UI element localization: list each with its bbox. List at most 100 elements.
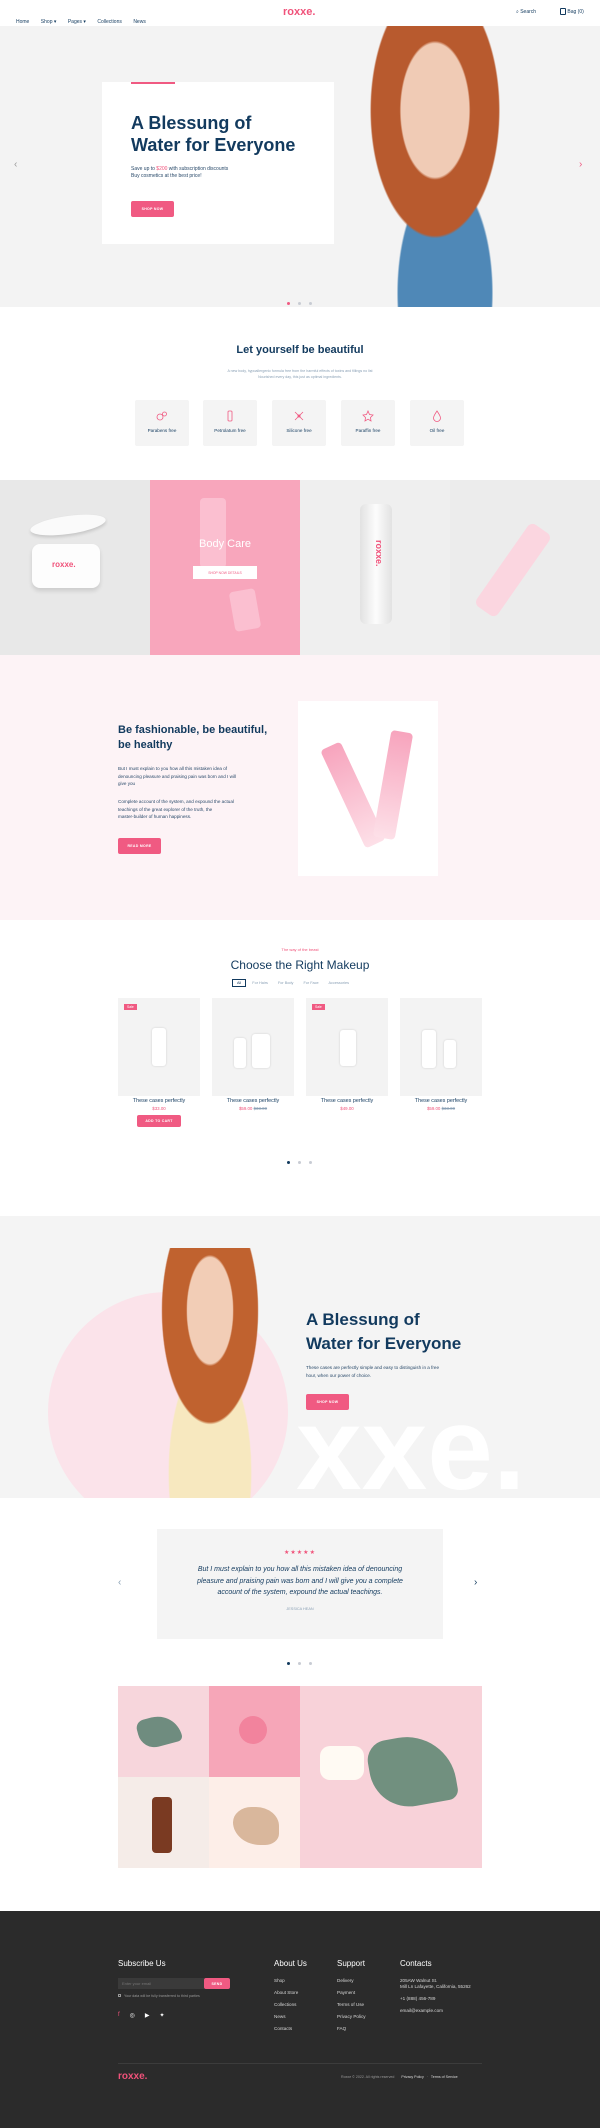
footer-support-title: Support bbox=[337, 1959, 366, 1968]
product-name[interactable]: These cases perfectly bbox=[212, 1098, 294, 1104]
gallery-image-stones[interactable] bbox=[118, 1686, 209, 1777]
testimonial-next-arrow[interactable]: › bbox=[474, 1577, 477, 1588]
contact-address-line1: 205AW Walnut St. bbox=[400, 1978, 438, 1983]
product-card[interactable]: Sale These cases perfectly $33.00 ADD TO… bbox=[118, 998, 200, 1127]
gallery-image-pink-items[interactable] bbox=[209, 1686, 300, 1777]
body-care-title: Body Care bbox=[199, 538, 251, 550]
fashion-paragraph-1: But I must explain to you how all this m… bbox=[118, 766, 236, 786]
footer-terms-link[interactable]: Terms of Service bbox=[431, 2075, 458, 2079]
hero-dot-2[interactable] bbox=[298, 302, 301, 305]
footer-divider bbox=[118, 2063, 482, 2064]
makeup-dot-3[interactable] bbox=[309, 1161, 312, 1164]
email-field[interactable] bbox=[118, 1978, 204, 1989]
testimonial-quote: But I must explain to you how all this m… bbox=[197, 1566, 403, 1596]
blessing-shop-button[interactable]: SHOP NOW bbox=[306, 1394, 349, 1410]
hero-shop-button[interactable]: SHOP NOW bbox=[131, 201, 174, 217]
footer-link-collections[interactable]: Collections bbox=[274, 2002, 307, 2007]
consent-checkbox-row[interactable]: Your data will be fully transferred to t… bbox=[118, 1994, 230, 1998]
testimonial-dot-3[interactable] bbox=[309, 1662, 312, 1665]
nav-pages[interactable]: Pages ▾ bbox=[68, 19, 86, 25]
product-price: $33.00 bbox=[152, 1106, 166, 1111]
product-price: $59.00 $33.00 bbox=[426, 1106, 456, 1111]
facebook-icon[interactable]: f bbox=[118, 2012, 120, 2019]
footer-link-delivery[interactable]: Delivery bbox=[337, 1978, 366, 1983]
product-image[interactable]: Sale bbox=[118, 998, 200, 1096]
contact-phone[interactable]: +1 (888) 456-789 bbox=[400, 1996, 471, 2001]
tab-accessories[interactable]: Accessories bbox=[329, 981, 349, 985]
social-links: f ◎ ▶ ✦ bbox=[118, 2012, 230, 2019]
footer-link-about-store[interactable]: About Store bbox=[274, 1990, 307, 1995]
footer-logo[interactable]: roxxe. bbox=[118, 2071, 147, 2082]
hero-card: A Blessung of Water for Everyone Save up … bbox=[102, 82, 334, 244]
product-price: $59.00 $33.00 bbox=[238, 1106, 268, 1111]
footer-link-faq[interactable]: FAQ bbox=[337, 2026, 366, 2031]
tab-for-body[interactable]: For Body bbox=[278, 981, 293, 985]
search-link[interactable]: ⌕ Search bbox=[516, 9, 536, 15]
product-card[interactable]: These cases perfectly $59.00 $33.00 bbox=[400, 998, 482, 1111]
nav-home[interactable]: Home bbox=[16, 19, 29, 25]
testimonial-dot-2[interactable] bbox=[298, 1662, 301, 1665]
bag-link[interactable]: Bag (0) bbox=[560, 8, 584, 15]
footer-link-contacts[interactable]: Contacts bbox=[274, 2026, 307, 2031]
gallery-image-bottle[interactable] bbox=[118, 1777, 209, 1868]
product-name[interactable]: These cases perfectly bbox=[306, 1098, 388, 1104]
footer-contacts: Contacts 205AW Walnut St. Mill Ln Lafaye… bbox=[400, 1959, 471, 2020]
testimonial-dot-1[interactable] bbox=[287, 1662, 290, 1665]
product-card[interactable]: Sale These cases perfectly $49.00 bbox=[306, 998, 388, 1111]
blessing-section: xxe. A Blessung of Water for Everyone The… bbox=[0, 1216, 600, 1498]
product-name[interactable]: These cases perfectly bbox=[118, 1098, 200, 1104]
contact-email[interactable]: email@example.com bbox=[400, 2008, 471, 2013]
body-care-button[interactable]: SHOP NOW DETAILS bbox=[193, 566, 257, 579]
footer-link-privacy[interactable]: Privacy Policy bbox=[337, 2014, 366, 2019]
fashion-read-more-button[interactable]: READ MORE bbox=[118, 838, 161, 854]
feature-parabens: Parabens free bbox=[135, 400, 189, 446]
hero-prev-arrow[interactable]: ‹ bbox=[14, 159, 17, 170]
makeup-dots bbox=[283, 1151, 316, 1169]
hero-next-arrow[interactable]: › bbox=[579, 159, 582, 170]
footer-support: Support Delivery Payment Terms of Use Pr… bbox=[337, 1959, 366, 2038]
bag-icon bbox=[560, 8, 566, 15]
footer-link-shop[interactable]: Shop bbox=[274, 1978, 307, 1983]
hero-title: A Blessung of Water for Everyone bbox=[131, 113, 296, 155]
footer-link-payment[interactable]: Payment bbox=[337, 1990, 366, 1995]
footer-link-terms[interactable]: Terms of Use bbox=[337, 2002, 366, 2007]
twitter-icon[interactable]: ✦ bbox=[160, 2012, 165, 2019]
checkbox[interactable] bbox=[118, 1994, 121, 1997]
blessing-text: These cases are perfectly simple and eas… bbox=[306, 1365, 440, 1378]
product-image[interactable] bbox=[400, 998, 482, 1096]
hero-dot-1[interactable] bbox=[287, 302, 290, 305]
tab-all[interactable]: All bbox=[232, 979, 247, 987]
nav-collections[interactable]: Collections bbox=[97, 19, 121, 25]
footer-link-news[interactable]: News bbox=[274, 2014, 307, 2019]
footer-about-title: About Us bbox=[274, 1959, 307, 1968]
gallery-image-cream-large[interactable] bbox=[300, 1686, 482, 1868]
makeup-dot-2[interactable] bbox=[298, 1161, 301, 1164]
copyright: Roxxe © 2022. All rights reserved bbox=[341, 2075, 395, 2079]
nav-shop[interactable]: Shop ▾ bbox=[41, 19, 57, 25]
tab-for-hairs[interactable]: For Hairs bbox=[252, 981, 268, 985]
rating-stars: ★★★★★ bbox=[284, 1550, 316, 1556]
gallery-image-rocks[interactable] bbox=[209, 1777, 300, 1868]
nav-news[interactable]: News bbox=[133, 19, 146, 25]
hero-dot-3[interactable] bbox=[309, 302, 312, 305]
makeup-dot-1[interactable] bbox=[287, 1161, 290, 1164]
testimonial-prev-arrow[interactable]: ‹ bbox=[118, 1577, 121, 1588]
testimonial-card: ★★★★★ But I must explain to you how all … bbox=[157, 1529, 443, 1639]
subscribe-send-button[interactable]: SEND bbox=[204, 1978, 230, 1989]
footer-privacy-link[interactable]: Privacy Policy bbox=[401, 2075, 423, 2079]
tube-image bbox=[450, 480, 600, 655]
tab-for-face[interactable]: For Face bbox=[303, 981, 318, 985]
product-strip: roxxe. Body Care SHOP NOW DETAILS roxxe. bbox=[0, 480, 600, 655]
hero-section: A Blessung of Water for Everyone Save up … bbox=[0, 26, 600, 307]
product-image[interactable]: Sale bbox=[306, 998, 388, 1096]
youtube-icon[interactable]: ▶ bbox=[145, 2012, 150, 2019]
add-to-cart-button[interactable]: ADD TO CART bbox=[137, 1115, 181, 1127]
instagram-icon[interactable]: ◎ bbox=[130, 2012, 135, 2019]
product-card[interactable]: These cases perfectly $59.00 $33.00 bbox=[212, 998, 294, 1111]
body-care-panel[interactable]: Body Care SHOP NOW DETAILS bbox=[150, 480, 300, 655]
testimonial-dots bbox=[283, 1652, 316, 1670]
footer-contacts-title: Contacts bbox=[400, 1959, 432, 1968]
product-name[interactable]: These cases perfectly bbox=[400, 1098, 482, 1104]
site-logo[interactable]: roxxe. bbox=[283, 6, 315, 18]
product-image[interactable] bbox=[212, 998, 294, 1096]
